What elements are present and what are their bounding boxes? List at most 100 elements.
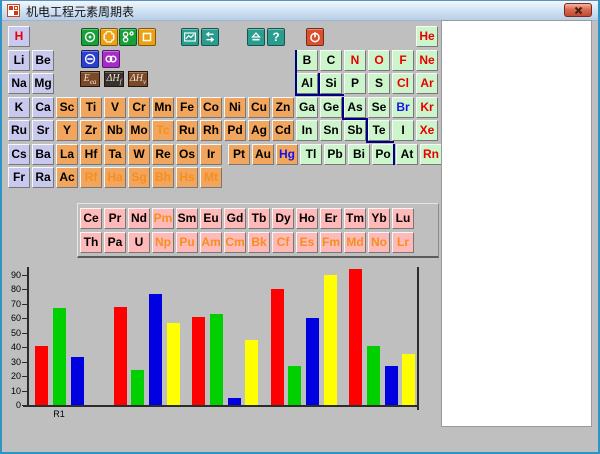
element-cell-ho-r7[interactable]: Ho — [296, 208, 318, 229]
swap-arrows-button[interactable] — [201, 28, 219, 46]
element-cell-al-r2[interactable]: Al — [296, 73, 318, 94]
circle-minus-button[interactable] — [81, 50, 99, 68]
element-cell-la-r5[interactable]: La — [56, 144, 78, 165]
element-cell-no-r8[interactable]: No — [368, 232, 390, 253]
element-cell-fe-r3[interactable]: Fe — [176, 97, 198, 118]
element-cell-n-r1[interactable]: N — [344, 50, 366, 71]
element-cell-nb-r4[interactable]: Nb — [104, 120, 126, 141]
element-cell-ti-r3[interactable]: Ti — [80, 97, 102, 118]
element-cell-h-r0[interactable]: H — [8, 26, 30, 47]
element-cell-md-r8[interactable]: Md — [344, 232, 366, 253]
element-cell-pa-r8[interactable]: Pa — [104, 232, 126, 253]
eject-button[interactable] — [247, 28, 265, 46]
element-cell-yb-r7[interactable]: Yb — [368, 208, 390, 229]
element-cell-eu-r7[interactable]: Eu — [200, 208, 222, 229]
element-cell-hs-r6[interactable]: Hs — [176, 167, 198, 188]
element-cell-at-r5[interactable]: At — [396, 144, 418, 165]
element-cell-bh-r6[interactable]: Bh — [152, 167, 174, 188]
help-button[interactable]: ? — [267, 28, 285, 46]
element-cell-bk-r8[interactable]: Bk — [248, 232, 270, 253]
element-cell-ru-r4[interactable]: Ru — [8, 120, 30, 141]
chart-button[interactable] — [181, 28, 199, 46]
element-cell-sc-r3[interactable]: Sc — [56, 97, 78, 118]
nucleus-button[interactable] — [81, 28, 99, 46]
element-cell-ce-r7[interactable]: Ce — [80, 208, 102, 229]
element-cell-er-r7[interactable]: Er — [320, 208, 342, 229]
element-cell-be-r1[interactable]: Be — [32, 50, 54, 71]
element-cell-ni-r3[interactable]: Ni — [224, 97, 246, 118]
element-cell-cu-r3[interactable]: Cu — [248, 97, 270, 118]
element-cell-am-r8[interactable]: Am — [200, 232, 222, 253]
element-cell-zr-r4[interactable]: Zr — [80, 120, 102, 141]
element-cell-mn-r3[interactable]: Mn — [152, 97, 174, 118]
element-cell-as-r3[interactable]: As — [344, 97, 366, 118]
element-cell-tc-r4[interactable]: Tc — [152, 120, 174, 141]
element-cell-pu-r8[interactable]: Pu — [176, 232, 198, 253]
close-button[interactable] — [564, 3, 592, 17]
element-cell-sr-r4[interactable]: Sr — [32, 120, 54, 141]
element-cell-si-r2[interactable]: Si — [320, 73, 342, 94]
element-cell-lr-r8[interactable]: Lr — [392, 232, 414, 253]
element-cell-cd-r4[interactable]: Cd — [272, 120, 294, 141]
element-cell-c-r1[interactable]: C — [320, 50, 342, 71]
element-cell-au-r5[interactable]: Au — [252, 144, 274, 165]
element-cell-re-r5[interactable]: Re — [152, 144, 174, 165]
element-cell-mo-r4[interactable]: Mo — [128, 120, 150, 141]
element-cell-in-r4[interactable]: In — [296, 120, 318, 141]
element-cell-fr-r6[interactable]: Fr — [8, 167, 30, 188]
element-cell-sg-r6[interactable]: Sg — [128, 167, 150, 188]
element-cell-i-r4[interactable]: I — [392, 120, 414, 141]
element-cell-cs-r5[interactable]: Cs — [8, 144, 30, 165]
property-button-dhv[interactable]: ΔHv — [128, 71, 148, 87]
element-cell-nd-r7[interactable]: Nd — [128, 208, 150, 229]
element-cell-ir-r5[interactable]: Ir — [200, 144, 222, 165]
element-cell-bi-r5[interactable]: Bi — [348, 144, 370, 165]
element-cell-w-r5[interactable]: W — [128, 144, 150, 165]
element-cell-te-r4[interactable]: Te — [368, 120, 390, 141]
element-cell-p-r2[interactable]: P — [344, 73, 366, 94]
element-cell-na-r2[interactable]: Na — [8, 73, 30, 94]
element-cell-zn-r3[interactable]: Zn — [272, 97, 294, 118]
element-cell-ge-r3[interactable]: Ge — [320, 97, 342, 118]
element-cell-v-r3[interactable]: V — [104, 97, 126, 118]
element-cell-mt-r6[interactable]: Mt — [200, 167, 222, 188]
square-button[interactable] — [138, 28, 156, 46]
element-cell-pb-r5[interactable]: Pb — [324, 144, 346, 165]
element-cell-f-r1[interactable]: F — [392, 50, 414, 71]
element-cell-os-r5[interactable]: Os — [176, 144, 198, 165]
element-cell-hg-r5[interactable]: Hg — [276, 144, 298, 165]
element-cell-ca-r3[interactable]: Ca — [32, 97, 54, 118]
element-cell-ar-r2[interactable]: Ar — [416, 73, 438, 94]
cloud-button[interactable] — [100, 28, 118, 46]
element-cell-rn-r5[interactable]: Rn — [420, 144, 442, 165]
element-cell-cm-r8[interactable]: Cm — [224, 232, 246, 253]
element-cell-ra-r6[interactable]: Ra — [32, 167, 54, 188]
element-cell-pr-r7[interactable]: Pr — [104, 208, 126, 229]
element-cell-gd-r7[interactable]: Gd — [224, 208, 246, 229]
element-cell-pt-r5[interactable]: Pt — [228, 144, 250, 165]
element-cell-y-r4[interactable]: Y — [56, 120, 78, 141]
element-cell-sb-r4[interactable]: Sb — [344, 120, 366, 141]
element-cell-ac-r6[interactable]: Ac — [56, 167, 78, 188]
element-cell-po-r5[interactable]: Po — [372, 144, 394, 165]
element-cell-cl-r2[interactable]: Cl — [392, 73, 414, 94]
element-cell-fm-r8[interactable]: Fm — [320, 232, 342, 253]
element-cell-hf-r5[interactable]: Hf — [80, 144, 102, 165]
element-cell-k-r3[interactable]: K — [8, 97, 30, 118]
element-cell-es-r8[interactable]: Es — [296, 232, 318, 253]
element-cell-ba-r5[interactable]: Ba — [32, 144, 54, 165]
element-cell-rf-r6[interactable]: Rf — [80, 167, 102, 188]
element-cell-tb-r7[interactable]: Tb — [248, 208, 270, 229]
element-cell-tl-r5[interactable]: Tl — [300, 144, 322, 165]
element-cell-ta-r5[interactable]: Ta — [104, 144, 126, 165]
element-cell-cf-r8[interactable]: Cf — [272, 232, 294, 253]
element-cell-sn-r4[interactable]: Sn — [320, 120, 342, 141]
element-cell-np-r8[interactable]: Np — [152, 232, 174, 253]
element-cell-ag-r4[interactable]: Ag — [248, 120, 270, 141]
power-button[interactable] — [306, 28, 324, 46]
element-cell-he-r0[interactable]: He — [416, 26, 438, 47]
element-cell-lu-r7[interactable]: Lu — [392, 208, 414, 229]
element-cell-ru-r4[interactable]: Ru — [176, 120, 198, 141]
element-cell-s-r2[interactable]: S — [368, 73, 390, 94]
element-cell-li-r1[interactable]: Li — [8, 50, 30, 71]
